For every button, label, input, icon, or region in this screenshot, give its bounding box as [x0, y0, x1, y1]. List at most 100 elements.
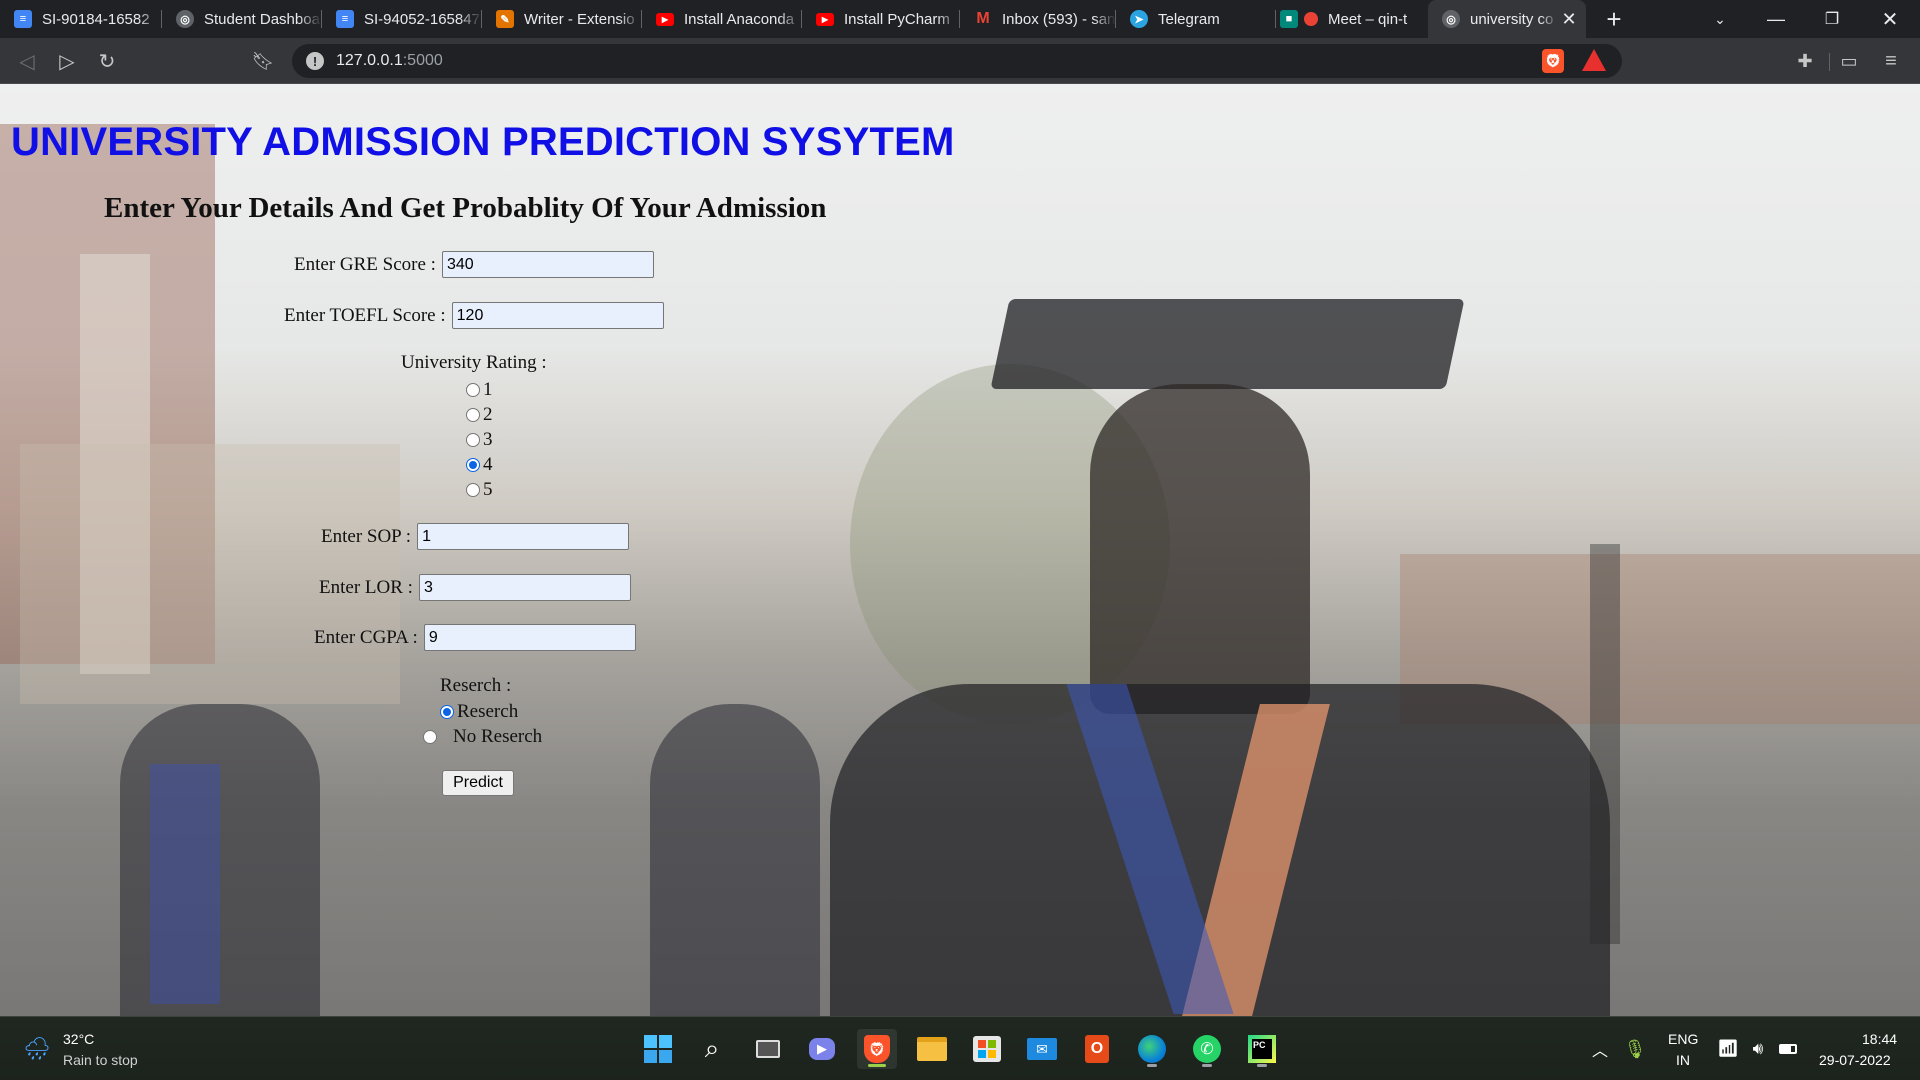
volume-icon[interactable]: 🔊︎	[1744, 1029, 1772, 1069]
tab-strip: ≡ SI-90184-16582 ◎ Student Dashboa ≡ SI-…	[0, 0, 1920, 38]
rating-option-label: 1	[483, 379, 493, 400]
tab-label: Telegram	[1158, 10, 1220, 28]
toefl-score-input[interactable]	[451, 302, 664, 329]
running-indicator	[1202, 1064, 1212, 1067]
tab-2[interactable]: ◎ Student Dashboa	[162, 0, 322, 38]
start-icon[interactable]	[638, 1029, 678, 1069]
rating-radio-2[interactable]	[466, 408, 480, 422]
battery-icon[interactable]	[1774, 1029, 1802, 1069]
research-option-label: No Reserch	[453, 726, 543, 747]
sop-input[interactable]	[417, 523, 630, 550]
forward-icon[interactable]: ▷	[52, 46, 82, 76]
brave-taskbar-icon[interactable]: 🦁︎	[857, 1029, 897, 1069]
youtube-icon: ▶	[656, 12, 674, 26]
tab-label: SI-90184-16582	[42, 10, 150, 28]
address-bar[interactable]: ! 127.0.0.1:5000 🦁︎	[292, 44, 1830, 78]
toefl-row: Enter TOEFL Score :	[284, 302, 664, 329]
sop-label: Enter SOP :	[321, 525, 412, 547]
rating-option-2[interactable]: 2	[466, 404, 493, 426]
wifi-icon[interactable]: 📶︎	[1714, 1029, 1742, 1069]
microphone-icon[interactable]: 🎙︎	[1620, 1029, 1650, 1069]
running-indicator	[1257, 1064, 1267, 1067]
close-window-button[interactable]: ✕	[1870, 0, 1910, 38]
rating-radio-1[interactable]	[466, 383, 480, 397]
back-icon[interactable]: ◁	[12, 46, 42, 76]
store-icon[interactable]	[967, 1029, 1007, 1069]
tab-active[interactable]: ◎ university co ✕	[1428, 0, 1586, 38]
page-viewport: UNIVERSITY ADMISSION PREDICTION SYSYTEM …	[0, 84, 1920, 1016]
tab-1[interactable]: ≡ SI-90184-16582	[0, 0, 162, 38]
tab-8[interactable]: ➤ Telegram	[1116, 0, 1276, 38]
wallet-icon[interactable]: ▭	[1834, 46, 1864, 76]
omnibox-divider	[1829, 53, 1830, 71]
globe-icon: ◎	[176, 10, 194, 28]
tab-label: Inbox (593) - san	[1002, 10, 1116, 28]
lor-input[interactable]	[418, 574, 631, 601]
office-icon[interactable]: O	[1077, 1029, 1117, 1069]
brave-rewards-icon[interactable]	[1582, 49, 1606, 71]
weather-icon[interactable]: 🌧︎	[22, 1029, 52, 1069]
rating-option-1[interactable]: 1	[466, 379, 493, 401]
weather-desc: Rain to stop	[63, 1052, 138, 1068]
telegram-icon: ➤	[1130, 10, 1148, 28]
tab-label: SI-94052-165847	[364, 10, 480, 28]
reload-icon[interactable]: ↻	[92, 46, 122, 76]
new-tab-button[interactable]: +	[1596, 0, 1632, 38]
rating-radio-5[interactable]	[466, 483, 480, 497]
tab-search-icon[interactable]: ⌄	[1700, 0, 1740, 38]
file-explorer-icon[interactable]	[912, 1029, 952, 1069]
rating-option-label: 5	[483, 479, 493, 500]
research-option-yes[interactable]: Reserch	[440, 701, 518, 723]
tab-4[interactable]: ✎ Writer - Extensio	[482, 0, 642, 38]
clock-time[interactable]: 18:44	[1862, 1031, 1897, 1047]
rating-radio-4[interactable]	[466, 458, 480, 472]
gre-score-input[interactable]	[441, 251, 654, 278]
tab-5[interactable]: ▶ Install Anaconda	[642, 0, 802, 38]
tab-label: Writer - Extensio	[524, 10, 635, 28]
research-option-label: Reserch	[457, 701, 519, 722]
gmail-icon: M	[976, 10, 990, 27]
tab-7[interactable]: M Inbox (593) - san	[960, 0, 1116, 38]
bookmark-icon[interactable]: 🔖︎	[248, 46, 278, 76]
rating-radio-3[interactable]	[466, 433, 480, 447]
globe-icon: ◎	[1442, 10, 1460, 28]
cgpa-input[interactable]	[423, 624, 636, 651]
menu-icon[interactable]: ≡	[1876, 46, 1906, 76]
tab-label: university co	[1470, 10, 1554, 28]
research-radio-no[interactable]	[423, 730, 437, 744]
tab-6[interactable]: ▶ Install PyCharm	[802, 0, 960, 38]
info-icon[interactable]: !	[306, 52, 324, 70]
language-top[interactable]: ENG	[1668, 1031, 1698, 1047]
teams-chat-icon[interactable]: ▶	[802, 1029, 842, 1069]
research-label: Reserch :	[440, 675, 512, 696]
brave-shields-icon[interactable]: 🦁︎	[1542, 49, 1564, 73]
tab-label: Student Dashboa	[204, 10, 320, 28]
task-view-icon[interactable]	[748, 1029, 788, 1069]
research-radio-yes[interactable]	[440, 705, 454, 719]
tab-9[interactable]: ■ Meet – qin-t	[1266, 0, 1426, 38]
research-option-no[interactable]: No Reserch	[423, 726, 542, 748]
edge-icon[interactable]	[1132, 1029, 1172, 1069]
rating-option-5[interactable]: 5	[466, 479, 493, 501]
browser-toolbar: ◁ ▷ ↻ 🔖︎ ! 127.0.0.1:5000 🦁︎ ✚ ▭ ≡	[0, 38, 1920, 84]
lor-row: Enter LOR :	[319, 574, 631, 601]
chevron-up-icon[interactable]: ︿	[1585, 1029, 1615, 1069]
restore-button[interactable]: ❐	[1812, 0, 1852, 38]
rating-option-4[interactable]: 4	[466, 454, 493, 476]
mail-icon[interactable]: ✉	[1022, 1029, 1062, 1069]
extensions-icon[interactable]: ✚	[1790, 46, 1820, 76]
clock-date[interactable]: 29-07-2022	[1819, 1052, 1891, 1068]
predict-button[interactable]: Predict	[442, 770, 514, 796]
rating-option-label: 4	[483, 454, 493, 475]
tab-3[interactable]: ≡ SI-94052-165847	[322, 0, 482, 38]
rating-option-3[interactable]: 3	[466, 429, 493, 451]
sop-row: Enter SOP :	[321, 523, 630, 550]
language-bottom[interactable]: IN	[1676, 1052, 1690, 1068]
whatsapp-icon[interactable]: ✆	[1187, 1029, 1227, 1069]
tab-label: Install Anaconda	[684, 10, 795, 28]
docs-icon: ≡	[336, 10, 354, 28]
search-icon[interactable]: ⌕	[692, 1029, 732, 1069]
pycharm-icon[interactable]: PC	[1242, 1029, 1282, 1069]
close-tab-icon[interactable]: ✕	[1558, 9, 1580, 30]
minimize-button[interactable]: —	[1756, 0, 1796, 38]
